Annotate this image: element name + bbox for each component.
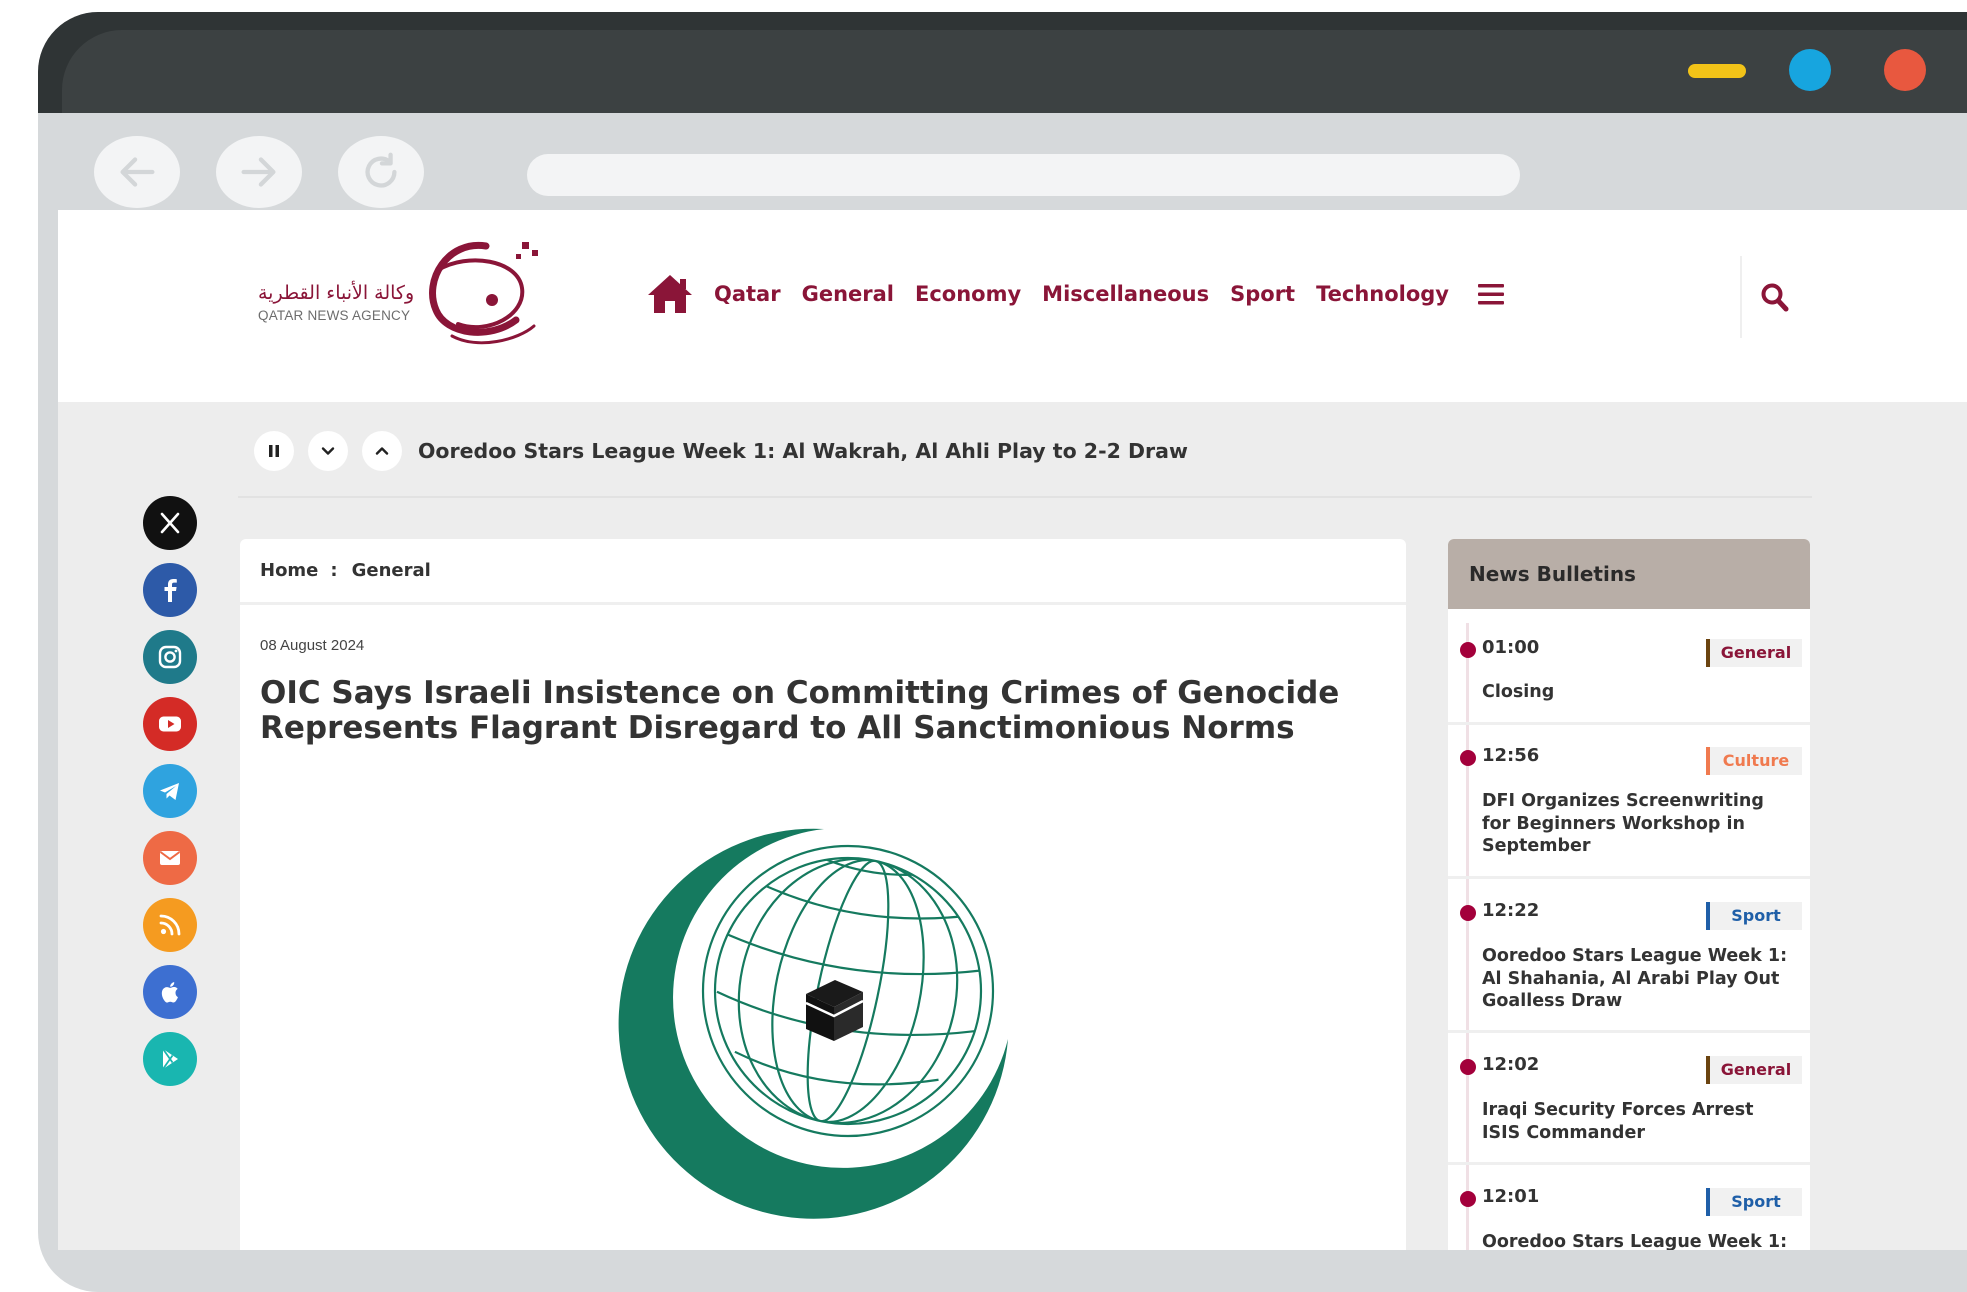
bulletin-headline[interactable]: Ooredoo Stars League Week 1: Al	[1482, 1231, 1792, 1250]
facebook-icon	[164, 579, 177, 602]
bulletin-item[interactable]: 12:01 Sport Ooredoo Stars League Week 1:…	[1448, 1165, 1810, 1250]
youtube-icon	[159, 716, 181, 732]
ticker-divider	[238, 496, 1812, 498]
logo-english-text: QATAR NEWS AGENCY	[258, 308, 411, 323]
bulletin-item[interactable]: 12:02 General Iraqi Security Forces Arre…	[1448, 1033, 1810, 1165]
search-icon[interactable]	[1760, 282, 1790, 314]
breadcrumb-separator: :	[330, 560, 338, 581]
site-header: وكالة الأنباء القطرية QATAR NEWS AGENCY …	[58, 210, 1967, 402]
nav-item-sport[interactable]: Sport	[1230, 282, 1295, 306]
maximize-button[interactable]	[1789, 49, 1831, 91]
minimize-button[interactable]	[1688, 64, 1746, 78]
nav-item-qatar[interactable]: Qatar	[714, 282, 781, 306]
timeline-dot	[1460, 1191, 1476, 1207]
x-icon	[160, 512, 180, 534]
oic-logo-image	[618, 828, 1008, 1219]
pause-icon	[269, 445, 279, 457]
bulletin-time: 01:00	[1482, 637, 1540, 658]
ticker-down-button[interactable]	[308, 431, 348, 471]
bulletin-time: 12:01	[1482, 1186, 1540, 1207]
app-store-button[interactable]	[143, 965, 197, 1019]
bulletin-category-tag[interactable]: Sport	[1706, 1188, 1802, 1216]
timeline-dot	[1460, 750, 1476, 766]
address-bar[interactable]	[527, 154, 1520, 196]
bulletin-category-tag[interactable]: General	[1706, 1056, 1802, 1084]
rss-icon	[159, 914, 181, 936]
timeline-dot	[1460, 1059, 1476, 1075]
logo-arabic-text: وكالة الأنباء القطرية	[258, 282, 415, 304]
title-bar	[38, 12, 1967, 150]
bulletins-heading: News Bulletins	[1448, 539, 1810, 609]
email-icon	[159, 851, 181, 865]
email-share-button[interactable]	[143, 831, 197, 885]
apple-icon	[161, 982, 178, 1003]
bulletin-item[interactable]: 01:00 General Closing	[1448, 613, 1810, 725]
bulletin-time: 12:02	[1482, 1054, 1540, 1075]
google-play-icon	[162, 1048, 178, 1070]
bulletin-item[interactable]: 12:56 Culture DFI Organizes Screenwritin…	[1448, 725, 1810, 879]
nav-item-technology[interactable]: Technology	[1316, 282, 1449, 306]
main-nav: Qatar General Economy Miscellaneous Spor…	[646, 266, 1504, 322]
ticker-up-button[interactable]	[362, 431, 402, 471]
x-share-button[interactable]	[143, 496, 197, 550]
breadcrumb-home[interactable]: Home	[260, 560, 318, 581]
article-title: OIC Says Israeli Insistence on Committin…	[260, 675, 1340, 746]
browser-toolbar	[38, 113, 1967, 221]
nav-item-miscellaneous[interactable]: Miscellaneous	[1042, 282, 1209, 306]
bulletin-headline[interactable]: DFI Organizes Screenwriting for Beginner…	[1482, 790, 1792, 858]
bulletin-headline[interactable]: Closing	[1482, 681, 1792, 704]
breadcrumb: Home : General	[240, 539, 1406, 605]
home-icon[interactable]	[646, 273, 694, 315]
qna-logo[interactable]: وكالة الأنباء القطرية QATAR NEWS AGENCY	[258, 240, 548, 350]
bulletin-category-tag[interactable]: Culture	[1706, 747, 1802, 775]
arrow-right-icon	[241, 157, 276, 187]
bulletin-category-tag[interactable]: Sport	[1706, 902, 1802, 930]
nav-item-general[interactable]: General	[802, 282, 894, 306]
telegram-share-button[interactable]	[143, 764, 197, 818]
facebook-share-button[interactable]	[143, 563, 197, 617]
chevron-up-icon	[375, 447, 389, 455]
header-divider	[1740, 256, 1742, 338]
article-date: 08 August 2024	[260, 637, 365, 654]
timeline-dot	[1460, 642, 1476, 658]
chevron-down-icon	[321, 447, 335, 455]
bulletin-headline[interactable]: Ooredoo Stars League Week 1: Al Shahania…	[1482, 945, 1792, 1013]
hamburger-menu-icon[interactable]	[1478, 282, 1504, 306]
logo-emblem-icon	[429, 241, 538, 345]
timeline-dot	[1460, 905, 1476, 921]
close-button[interactable]	[1884, 49, 1926, 91]
instagram-share-button[interactable]	[143, 630, 197, 684]
youtube-share-button[interactable]	[143, 697, 197, 751]
page-viewport: وكالة الأنباء القطرية QATAR NEWS AGENCY …	[58, 210, 1967, 1250]
breadcrumb-current[interactable]: General	[352, 560, 431, 581]
nav-item-economy[interactable]: Economy	[915, 282, 1021, 306]
google-play-button[interactable]	[143, 1032, 197, 1086]
social-share-bar	[143, 496, 197, 1099]
ticker-headline[interactable]: Ooredoo Stars League Week 1: Al Wakrah, …	[418, 439, 1188, 463]
reload-button[interactable]	[338, 136, 424, 208]
bulletin-time: 12:22	[1482, 900, 1540, 921]
bulletin-item[interactable]: 12:22 Sport Ooredoo Stars League Week 1:…	[1448, 879, 1810, 1033]
ticker-pause-button[interactable]	[254, 431, 294, 471]
news-ticker: Ooredoo Stars League Week 1: Al Wakrah, …	[254, 428, 1188, 474]
arrow-left-icon	[120, 157, 155, 187]
article-card: Home : General 08 August 2024 OIC Says I…	[240, 539, 1406, 1250]
telegram-icon	[160, 783, 179, 800]
instagram-icon	[158, 645, 182, 669]
reload-icon	[365, 152, 397, 188]
bulletin-time: 12:56	[1482, 745, 1540, 766]
bulletin-category-tag[interactable]: General	[1706, 639, 1802, 667]
forward-button[interactable]	[216, 136, 302, 208]
bulletin-headline[interactable]: Iraqi Security Forces Arrest ISIS Comman…	[1482, 1099, 1792, 1144]
back-button[interactable]	[94, 136, 180, 208]
rss-feed-button[interactable]	[143, 898, 197, 952]
news-bulletins-panel: News Bulletins 01:00 General Closing 12:…	[1448, 539, 1810, 1250]
